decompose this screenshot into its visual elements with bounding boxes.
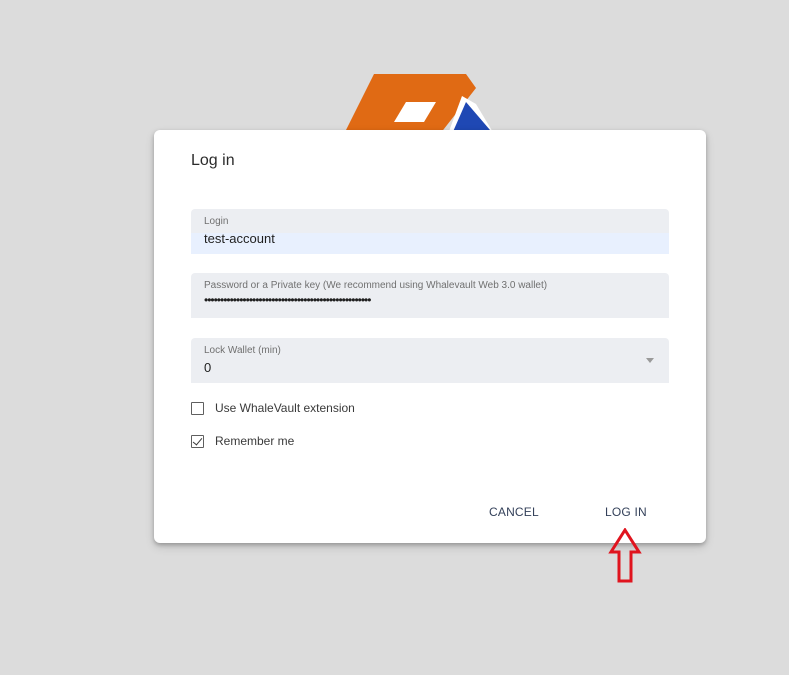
login-input[interactable]: test-account [204, 231, 275, 246]
whalevault-checkbox-label[interactable]: Use WhaleVault extension [215, 401, 355, 415]
remember-me-checkbox-row[interactable]: Remember me [191, 433, 294, 449]
login-dialog: Log in Login test-account Password or a … [154, 130, 706, 543]
log-in-button[interactable]: LOG IN [605, 505, 647, 519]
app-logo [344, 74, 494, 134]
up-arrow-annotation-icon [608, 528, 642, 583]
password-field[interactable]: Password or a Private key (We recommend … [191, 273, 669, 318]
check-icon [192, 434, 203, 446]
password-input[interactable]: ••••••••••••••••••••••••••••••••••••••••… [204, 293, 371, 307]
dialog-title: Log in [191, 152, 235, 169]
page-background: Log in Login test-account Password or a … [0, 0, 789, 675]
whalevault-checkbox-row[interactable]: Use WhaleVault extension [191, 400, 355, 416]
remember-me-checkbox[interactable] [191, 434, 204, 448]
lock-wallet-label: Lock Wallet (min) [204, 345, 281, 356]
whalevault-checkbox[interactable] [191, 401, 204, 415]
lock-wallet-value[interactable]: 0 [204, 360, 211, 375]
remember-me-label[interactable]: Remember me [215, 434, 294, 448]
password-field-label: Password or a Private key (We recommend … [204, 280, 548, 291]
login-field-label: Login [204, 216, 229, 227]
login-field[interactable]: Login test-account [191, 209, 669, 254]
chevron-down-icon[interactable] [646, 358, 654, 363]
lock-wallet-select[interactable]: Lock Wallet (min) 0 [191, 338, 669, 383]
cancel-button[interactable]: CANCEL [489, 505, 539, 519]
